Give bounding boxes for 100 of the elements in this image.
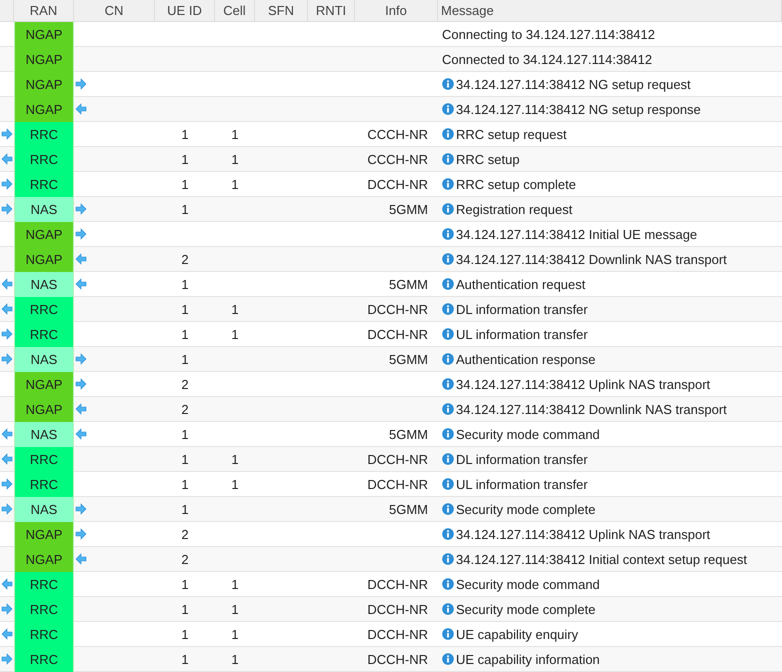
- info-cell-text: CCCH-NR: [367, 126, 429, 142]
- column-header[interactable]: UE ID: [155, 0, 215, 21]
- column-header[interactable]: CN: [74, 0, 155, 21]
- table-row[interactable]: RRC 1 1 CCCH-NR RRC setup: [0, 147, 782, 172]
- message-text: 34.124.127.114:38412 Downlink NAS transport: [456, 402, 727, 416]
- table-row[interactable]: RRC 1 1 CCCH-NR RRC setup request: [0, 122, 782, 147]
- protocol-tag: NGAP: [14, 222, 74, 247]
- message-text: DL information transfer: [456, 302, 588, 316]
- table-row[interactable]: NGAP 2 34.124.127.114:38412 Downlink NAS transport: [0, 397, 782, 422]
- table-row[interactable]: RRC 1 1 DCCH-NR UL information transfer: [0, 322, 782, 347]
- protocol-tag: NGAP: [14, 397, 74, 422]
- message-text: 34.124.127.114:38412 Initial context setup request: [456, 552, 748, 566]
- message-text: 34.124.127.114:38412 Initial UE message: [456, 226, 698, 242]
- info-cell-text: DCCH-NR: [367, 602, 429, 616]
- ue-id-cell: 1: [181, 276, 189, 292]
- info-cell-text: DCCH-NR: [367, 326, 429, 342]
- message-text: RRC setup: [456, 152, 520, 166]
- info-cell-text: 5GMM: [389, 502, 429, 516]
- ue-id-cell: 1: [181, 576, 189, 592]
- table-row[interactable]: NGAP Connecting to 34.124.127.114:38412: [0, 22, 782, 47]
- table-row[interactable]: NAS 1 5GMM Authentication response: [0, 347, 782, 372]
- ue-id-cell: 2: [181, 552, 189, 566]
- message-text: UE capability information: [456, 652, 600, 666]
- message-text: 34.124.127.114:38412 NG setup response: [456, 102, 701, 116]
- column-header[interactable]: Cell: [215, 0, 255, 21]
- table-row[interactable]: RRC 1 1 DCCH-NR UE capability enquiry: [0, 622, 782, 647]
- ue-id-cell: 2: [181, 526, 189, 542]
- ue-id-cell: 2: [181, 252, 189, 266]
- protocol-tag: RRC: [14, 147, 74, 172]
- table-row[interactable]: NAS 1 5GMM Security mode command: [0, 422, 782, 447]
- message-text: 34.124.127.114:38412 NG setup request: [456, 76, 691, 92]
- table-row[interactable]: RRC 1 1 DCCH-NR UE capability information: [0, 647, 782, 672]
- protocol-tag: RRC: [14, 447, 74, 472]
- info-cell-text: 5GMM: [389, 352, 429, 366]
- table-row[interactable]: RRC 1 1 DCCH-NR DL information transfer: [0, 447, 782, 472]
- column-header[interactable]: Message: [438, 0, 782, 21]
- table-row[interactable]: NGAP 34.124.127.114:38412 NG setup request: [0, 72, 782, 97]
- table-row[interactable]: NGAP 2 34.124.127.114:38412 Uplink NAS transport: [0, 372, 782, 397]
- cell-id-cell: 1: [231, 302, 239, 316]
- info-cell-text: DCCH-NR: [367, 652, 429, 666]
- protocol-tag: NGAP: [14, 22, 74, 47]
- protocol-tag: NAS: [14, 422, 74, 447]
- column-header[interactable]: SFN: [255, 0, 308, 21]
- info-cell-text: 5GMM: [389, 202, 429, 216]
- table-row[interactable]: NAS 1 5GMM Authentication request: [0, 272, 782, 297]
- protocol-tag: RRC: [14, 622, 74, 647]
- table-row[interactable]: RRC 1 1 DCCH-NR DL information transfer: [0, 297, 782, 322]
- message-text: Authentication request: [456, 276, 586, 292]
- table-row[interactable]: NGAP 2 34.124.127.114:38412 Initial context setup request: [0, 547, 782, 572]
- table-row[interactable]: NGAP 34.124.127.114:38412 Initial UE message: [0, 222, 782, 247]
- ue-id-cell: 1: [181, 152, 189, 166]
- table-row[interactable]: NGAP 34.124.127.114:38412 NG setup response: [0, 97, 782, 122]
- message-text: Authentication response: [456, 352, 596, 366]
- protocol-tag: RRC: [14, 297, 74, 322]
- protocol-tag: NGAP: [14, 72, 74, 97]
- cell-id-cell: 1: [231, 152, 239, 166]
- message-text: 34.124.127.114:38412 Uplink NAS transport: [456, 376, 710, 392]
- message-text: 34.124.127.114:38412 Downlink NAS transport: [456, 252, 727, 266]
- cell-id-cell: 1: [231, 326, 239, 342]
- cell-id-cell: 1: [231, 476, 239, 492]
- message-text: DL information transfer: [456, 452, 588, 466]
- message-text: RRC setup request: [456, 126, 567, 142]
- ue-id-cell: 1: [181, 126, 189, 142]
- protocol-tag: RRC: [14, 647, 74, 672]
- cell-id-cell: 1: [231, 602, 239, 616]
- column-header[interactable]: RAN: [14, 0, 74, 21]
- protocol-tag: NGAP: [14, 247, 74, 272]
- cell-id-cell: 1: [231, 452, 239, 466]
- ue-id-cell: 1: [181, 452, 189, 466]
- message-text: Security mode complete: [456, 502, 596, 516]
- ue-id-cell: 1: [181, 352, 189, 366]
- table-row[interactable]: RRC 1 1 DCCH-NR UL information transfer: [0, 472, 782, 497]
- table-row[interactable]: RRC 1 1 DCCH-NR Security mode complete: [0, 597, 782, 622]
- info-cell-text: CCCH-NR: [367, 152, 429, 166]
- cell-id-cell: 1: [231, 176, 239, 192]
- column-header[interactable]: Info: [355, 0, 438, 21]
- protocol-tag: NGAP: [14, 47, 74, 72]
- table-row[interactable]: RRC 1 1 DCCH-NR Security mode command: [0, 572, 782, 597]
- info-cell-text: 5GMM: [389, 276, 429, 292]
- table-row[interactable]: RRC 1 1 DCCH-NR RRC setup complete: [0, 172, 782, 197]
- table-row[interactable]: NGAP 2 34.124.127.114:38412 Uplink NAS transport: [0, 522, 782, 547]
- table-row[interactable]: NAS 1 5GMM Registration request: [0, 197, 782, 222]
- message-text: UL information transfer: [456, 326, 588, 342]
- protocol-tag: NAS: [14, 197, 74, 222]
- protocol-tag: NGAP: [14, 97, 74, 122]
- message-text: UE capability enquiry: [456, 626, 578, 642]
- info-cell-text: DCCH-NR: [367, 452, 429, 466]
- message-text: RRC setup complete: [456, 176, 576, 192]
- ue-id-cell: 1: [181, 602, 189, 616]
- protocol-tag: RRC: [14, 597, 74, 622]
- protocol-tag: RRC: [14, 472, 74, 497]
- table-row[interactable]: NGAP Connected to 34.124.127.114:38412: [0, 47, 782, 72]
- column-header[interactable]: RNTI: [308, 0, 355, 21]
- ue-id-cell: 1: [181, 502, 189, 516]
- protocol-tag: NAS: [14, 347, 74, 372]
- protocol-tag: RRC: [14, 172, 74, 197]
- message-text: Registration request: [456, 202, 572, 216]
- message-text: Connected to 34.124.127.114:38412: [442, 52, 652, 66]
- table-row[interactable]: NAS 1 5GMM Security mode complete: [0, 497, 782, 522]
- table-row[interactable]: NGAP 2 34.124.127.114:38412 Downlink NAS transport: [0, 247, 782, 272]
